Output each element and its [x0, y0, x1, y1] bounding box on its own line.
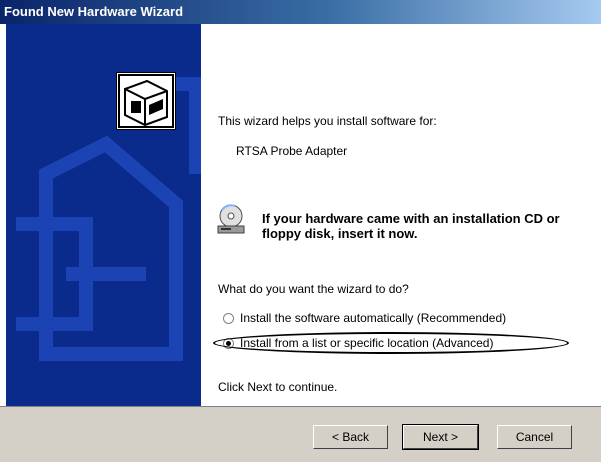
window-title: Found New Hardware Wizard	[4, 4, 184, 19]
question-text: What do you want the wizard to do?	[218, 282, 409, 296]
footer-text: Click Next to continue.	[218, 380, 338, 394]
next-button[interactable]: Next >	[402, 424, 479, 450]
cancel-button[interactable]: Cancel	[497, 425, 572, 449]
cd-notice: If your hardware came with an installati…	[262, 211, 560, 241]
option-automatic-label: Install the software automatically (Reco…	[240, 311, 507, 325]
back-button[interactable]: < Back	[313, 425, 388, 449]
wizard-window: Found New Hardware Wizard This wizard he…	[0, 0, 601, 462]
cd-install-icon	[217, 204, 245, 234]
button-bar: < Back Next > Cancel	[0, 406, 601, 462]
option-automatic[interactable]: Install the software automatically (Reco…	[223, 310, 506, 326]
device-name: RTSA Probe Adapter	[236, 144, 348, 158]
intro-text: This wizard helps you install software f…	[218, 114, 437, 128]
wizard-content: This wizard helps you install software f…	[201, 24, 601, 406]
wizard-sidebar	[6, 24, 201, 406]
hardware-icon	[116, 72, 176, 130]
title-bar[interactable]: Found New Hardware Wizard	[0, 0, 601, 24]
highlight-ellipse	[213, 332, 569, 354]
radio-automatic[interactable]	[223, 312, 234, 324]
